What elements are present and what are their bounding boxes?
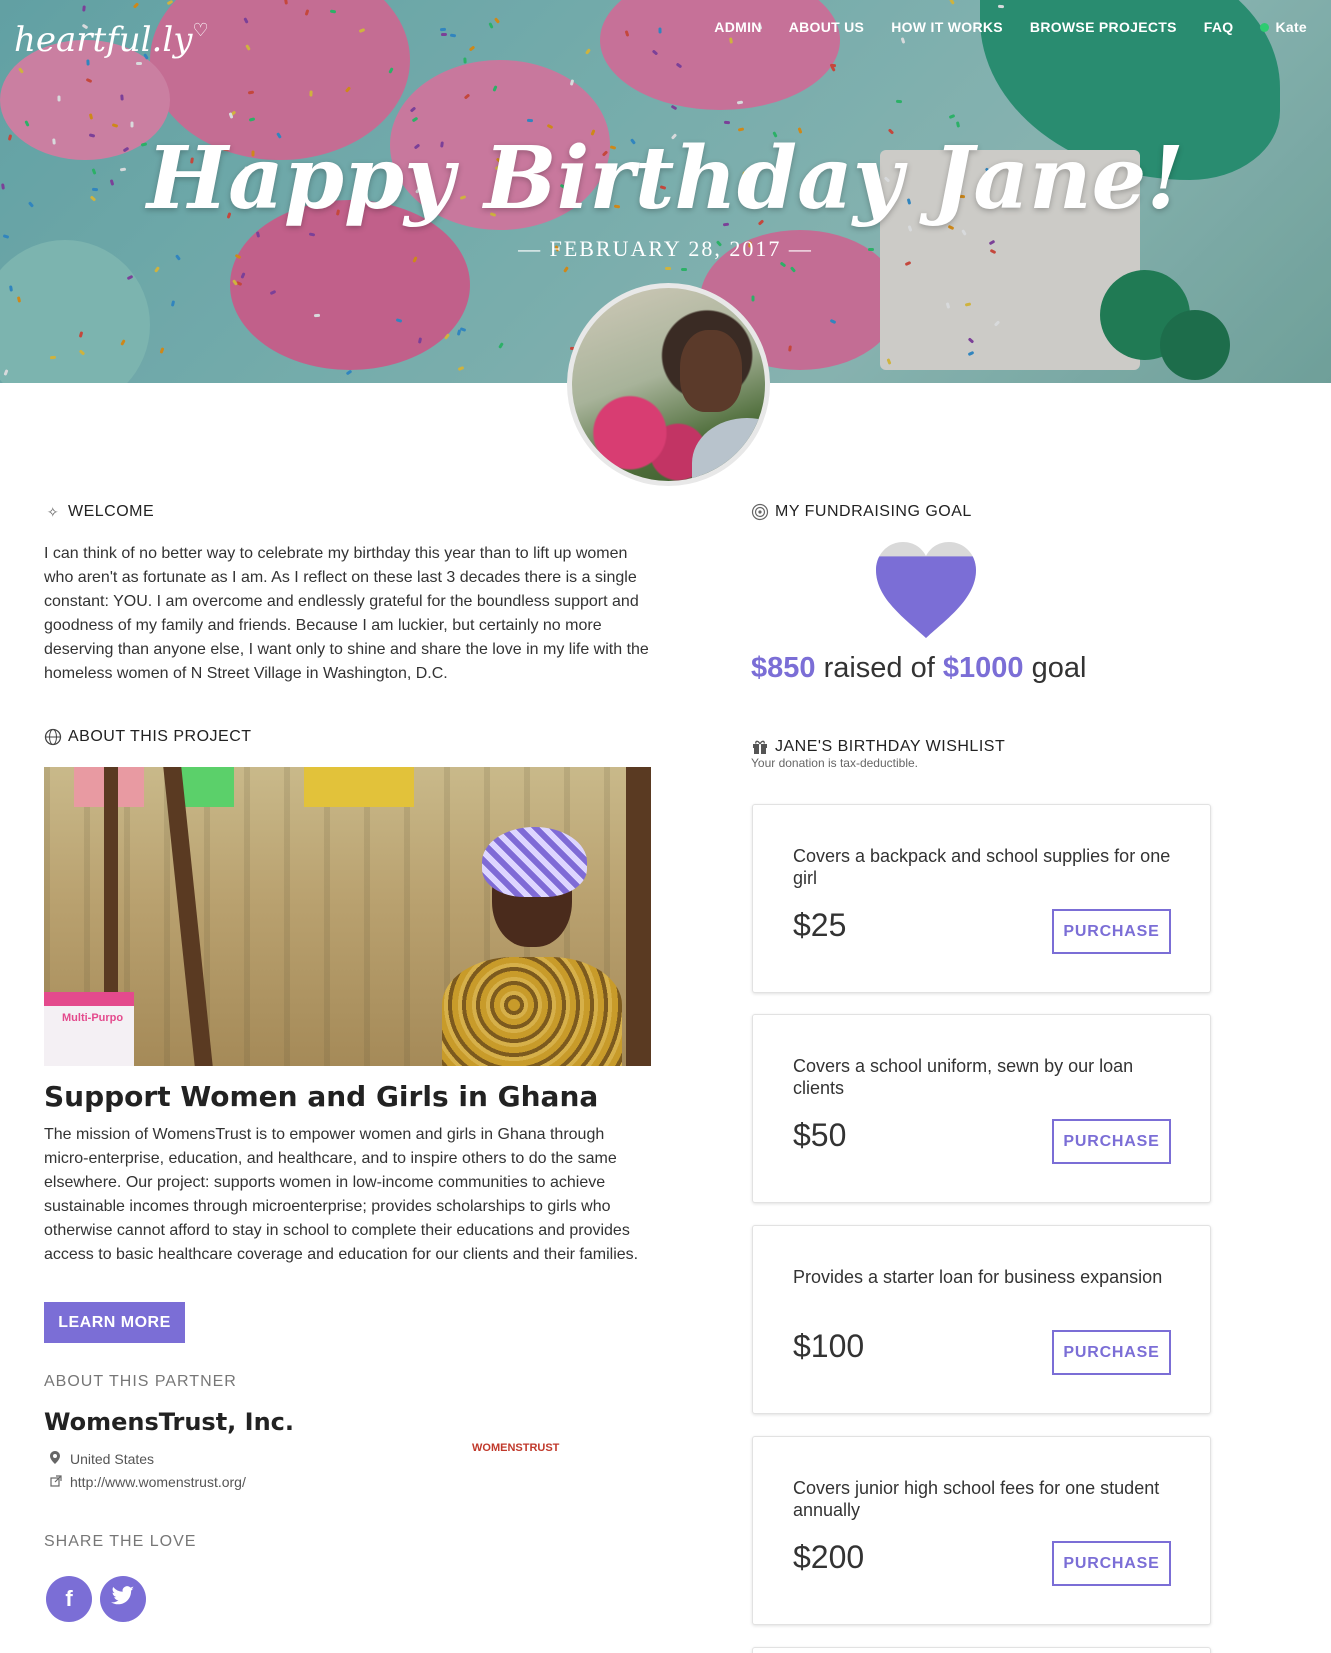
partner-website-link[interactable]: http://www.womenstrust.org/ xyxy=(50,1474,246,1490)
wishlist-item xyxy=(752,1647,1211,1653)
about-partner-heading: ABOUT THIS PARTNER xyxy=(44,1373,237,1390)
wishlist-item-description: Covers a school uniform, sewn by our loa… xyxy=(793,1056,1134,1098)
share-heading: SHARE THE LOVE xyxy=(44,1533,197,1550)
wishlist-item: Covers a backpack and school supplies fo… xyxy=(752,804,1211,993)
purchase-button[interactable]: PURCHASE xyxy=(1052,1119,1171,1164)
twitter-share-button[interactable] xyxy=(100,1576,146,1622)
avatar xyxy=(567,283,770,486)
wishlist-item-price: $25 xyxy=(793,907,847,943)
nav-how-it-works[interactable]: HOW IT WORKS xyxy=(891,19,1003,35)
partner-logo: WOMENSTRUST xyxy=(472,1442,560,1454)
wishlist-item-description: Covers a backpack and school supplies fo… xyxy=(793,846,1171,888)
target-icon xyxy=(751,503,769,521)
gift-icon xyxy=(751,738,769,756)
welcome-heading: ✧ WELCOME xyxy=(44,503,154,521)
twitter-icon xyxy=(111,1586,135,1612)
globe-icon xyxy=(44,728,62,746)
project-title: Support Women and Girls in Ghana xyxy=(44,1080,599,1113)
wishlist-item: Provides a starter loan for business exp… xyxy=(752,1225,1211,1414)
wishlist-item: Covers a school uniform, sewn by our loa… xyxy=(752,1014,1211,1203)
external-link-icon xyxy=(50,1474,62,1490)
nav-faq[interactable]: FAQ xyxy=(1204,19,1234,35)
wishlist-item-description: Provides a starter loan for business exp… xyxy=(793,1267,1163,1287)
goal-progress-heart xyxy=(874,540,978,644)
tax-deductible-note: Your donation is tax-deductible. xyxy=(751,756,919,770)
nav-browse-projects[interactable]: BROWSE PROJECTS xyxy=(1030,19,1177,35)
user-menu[interactable]: Kate xyxy=(1260,19,1307,35)
party-popper-icon: ✧ xyxy=(46,503,60,520)
purchase-button[interactable]: PURCHASE xyxy=(1052,1330,1171,1375)
wishlist-heading: JANE'S BIRTHDAY WISHLIST xyxy=(751,738,1005,756)
purchase-button[interactable]: PURCHASE xyxy=(1052,909,1171,954)
map-pin-icon xyxy=(50,1451,62,1467)
fundraising-goal-heading: MY FUNDRAISING GOAL xyxy=(751,503,972,521)
brand-logo[interactable]: heartful.ly♡ xyxy=(14,20,209,60)
online-status-icon xyxy=(1260,22,1270,32)
facebook-icon: f xyxy=(65,1586,73,1611)
wishlist-item-price: $200 xyxy=(793,1539,865,1575)
goal-summary: $850 raised of $1000 goal xyxy=(751,652,1087,684)
wishlist-item: Covers junior high school fees for one s… xyxy=(752,1436,1211,1625)
goal-amount: $1000 xyxy=(942,652,1024,684)
partner-location: United States xyxy=(50,1451,154,1467)
learn-more-button[interactable]: LEARN MORE xyxy=(44,1302,185,1343)
purchase-button[interactable]: PURCHASE xyxy=(1052,1541,1171,1586)
project-photo: Multi-Purpo xyxy=(44,767,651,1066)
user-name: Kate xyxy=(1275,19,1307,35)
event-date: — FEBRUARY 28, 2017 — xyxy=(518,236,813,261)
top-nav: ADMIN ABOUT US HOW IT WORKS BROWSE PROJE… xyxy=(714,19,1307,35)
about-project-heading: ABOUT THIS PROJECT xyxy=(44,728,252,746)
raised-amount: $850 xyxy=(751,652,816,684)
partner-name: WomensTrust, Inc. xyxy=(44,1408,295,1436)
nav-about-us[interactable]: ABOUT US xyxy=(789,19,865,35)
wishlist-item-description: Covers junior high school fees for one s… xyxy=(793,1478,1160,1520)
welcome-message: I can think of no better way to celebrat… xyxy=(44,545,649,682)
heart-icon: ♡ xyxy=(192,20,209,41)
nav-admin[interactable]: ADMIN xyxy=(714,19,761,35)
facebook-share-button[interactable]: f xyxy=(46,1576,92,1622)
wishlist-item-price: $50 xyxy=(793,1117,847,1153)
project-description: The mission of WomensTrust is to empower… xyxy=(44,1126,639,1263)
page-title: Happy Birthday Jane! xyxy=(146,128,1185,229)
wishlist-item-price: $100 xyxy=(793,1328,865,1364)
